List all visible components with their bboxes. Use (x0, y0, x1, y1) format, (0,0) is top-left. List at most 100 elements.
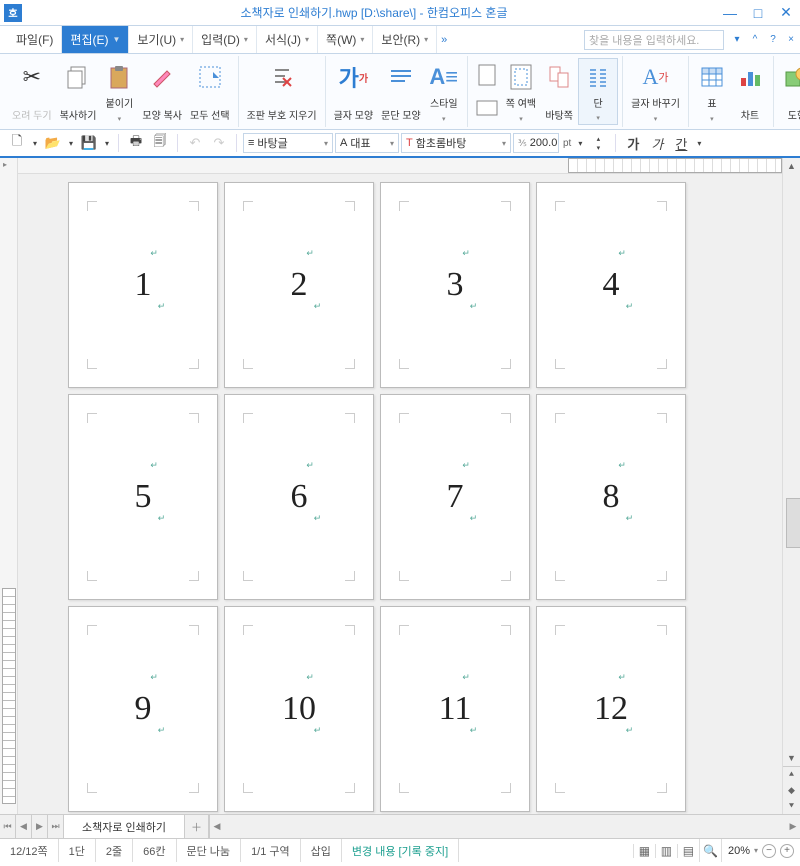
page-thumbnail[interactable]: ↵4↵ (536, 182, 686, 388)
bold-button[interactable]: 가 (622, 132, 644, 154)
style-combo[interactable]: ≡바탕글▾ (243, 133, 333, 153)
tab-add-button[interactable]: ＋ (185, 815, 209, 838)
copy-button[interactable]: 복사하기 (56, 58, 101, 125)
vertical-scrollbar[interactable]: ▲ ▼ ⯅ ◆ ⯆ (782, 158, 800, 814)
zoom-in-button[interactable]: + (780, 844, 794, 858)
zoom-out-button[interactable]: − (762, 844, 776, 858)
font-size-combo[interactable]: ⅗ 200.0 (513, 133, 559, 153)
page-thumbnail[interactable]: ↵6↵ (224, 394, 374, 600)
page-landscape-button[interactable] (472, 94, 502, 122)
menu-edit[interactable]: 편집(E)▼ (62, 26, 129, 53)
zoom-tool-button[interactable]: 🔍 (699, 839, 721, 862)
page-margin-button[interactable]: 쪽 여백 ▾ (502, 58, 540, 125)
page-thumbnail[interactable]: ↵5↵ (68, 394, 218, 600)
size-dd[interactable]: ▾ (575, 132, 585, 154)
page-thumbnail[interactable]: ↵10↵ (224, 606, 374, 812)
menu-security[interactable]: 보안(R)▾ (373, 26, 437, 53)
page-number: 10 (282, 690, 316, 728)
scroll-up-button[interactable]: ▲ (783, 158, 800, 174)
status-track[interactable]: 변경 내용 [기록 중지] (342, 839, 459, 862)
object-browse-button[interactable]: ◆ (783, 782, 800, 798)
open-button[interactable]: 📂 (42, 132, 64, 154)
page-thumbnail[interactable]: ↵11↵ (380, 606, 530, 812)
search-input[interactable]: 찾을 내용을 입력하세요. (584, 30, 724, 50)
size-down-button[interactable]: ▾ (587, 143, 609, 152)
para-shape-icon (386, 62, 416, 92)
menu-format[interactable]: 서식(J)▾ (257, 26, 318, 53)
horizontal-scrollbar[interactable]: ◀ ▶ (209, 815, 800, 838)
page-thumbnail[interactable]: ↵12↵ (536, 606, 686, 812)
underline-button[interactable]: 간 (670, 132, 692, 154)
side-panel-tab[interactable] (786, 498, 800, 548)
char-replace-button[interactable]: A가 글자 바꾸기 ▾ (627, 58, 684, 125)
search-dropdown[interactable]: ▾ (728, 26, 746, 53)
next-page-button[interactable]: ⯆ (783, 798, 800, 814)
save-button[interactable]: 💾 (78, 132, 100, 154)
toolbar-dd[interactable]: ▾ (694, 132, 704, 154)
table-icon (697, 62, 727, 92)
open-dd[interactable]: ▾ (66, 132, 76, 154)
page-number: 7 (447, 478, 464, 516)
status-mode[interactable]: 삽입 (301, 839, 342, 862)
cut-button[interactable]: ✂ 오려 두기 (8, 58, 56, 125)
shape-copy-button[interactable]: 모양 복사 (138, 58, 186, 125)
vertical-ruler[interactable]: ▸ (0, 158, 18, 814)
chart-button[interactable]: 차트 (731, 58, 769, 125)
italic-button[interactable]: 가 (646, 132, 668, 154)
print-button[interactable]: 🖶 (125, 132, 147, 154)
pages-viewport[interactable]: ↵1↵↵2↵↵3↵↵4↵ ↵5↵↵6↵↵7↵↵8↵ ↵9↵↵10↵↵11↵↵12↵ (18, 158, 782, 814)
collapse-ribbon-button[interactable]: ^ (746, 26, 764, 53)
menu-file[interactable]: 파일(F) (8, 26, 62, 53)
orientation-button[interactable]: 바탕쪽 (540, 58, 578, 125)
menu-input[interactable]: 입력(D)▾ (193, 26, 257, 53)
tab-prev-button[interactable]: ◀ (16, 815, 32, 838)
close-doc-button[interactable]: × (782, 26, 800, 53)
page-portrait-button[interactable] (472, 61, 502, 89)
erase-icon (267, 62, 297, 92)
new-doc-button[interactable]: 🗋 (6, 132, 28, 154)
tab-last-button[interactable]: ⏭ (48, 815, 64, 838)
style-button[interactable]: A≡ 스타일 ▾ (425, 58, 463, 125)
hscroll-right-button[interactable]: ▶ (786, 821, 800, 832)
close-button[interactable]: ✕ (776, 3, 796, 23)
select-all-button[interactable]: 모두 선택 (186, 58, 234, 125)
scroll-down-button[interactable]: ▼ (783, 750, 800, 766)
represent-combo[interactable]: A대표▾ (335, 133, 399, 153)
font-combo[interactable]: T함초롬바탕▾ (401, 133, 511, 153)
minimize-button[interactable]: — (720, 3, 740, 23)
page-thumbnail[interactable]: ↵2↵ (224, 182, 374, 388)
help-button[interactable]: ? (764, 26, 782, 53)
page-thumbnail[interactable]: ↵8↵ (536, 394, 686, 600)
size-up-button[interactable]: ▴ (587, 134, 609, 143)
prev-page-button[interactable]: ⯅ (783, 766, 800, 782)
shape-button[interactable]: 도형 (778, 58, 800, 125)
tab-first-button[interactable]: ⏮ (0, 815, 16, 838)
view-mode-1[interactable]: ▦ (633, 844, 655, 858)
table-button[interactable]: 표 ▾ (693, 58, 731, 125)
preview-button[interactable]: 🗐 (149, 132, 171, 154)
page-thumbnail[interactable]: ↵7↵ (380, 394, 530, 600)
maximize-button[interactable]: □ (748, 3, 768, 23)
para-shape-button[interactable]: 문단 모양 (377, 58, 425, 125)
document-tab[interactable]: 소책자로 인쇄하기 (64, 815, 185, 838)
erase-sign-button[interactable]: 조판 부호 지우기 (243, 58, 321, 125)
save-dd[interactable]: ▾ (102, 132, 112, 154)
hscroll-left-button[interactable]: ◀ (210, 821, 224, 832)
tab-next-button[interactable]: ▶ (32, 815, 48, 838)
view-mode-3[interactable]: ▤ (677, 844, 699, 858)
char-shape-button[interactable]: 가가 글자 모양 (330, 58, 378, 125)
master-page-icon (544, 62, 574, 92)
section-button[interactable]: 단 ▾ (578, 58, 618, 125)
page-thumbnail[interactable]: ↵9↵ (68, 606, 218, 812)
menu-overflow[interactable]: » (437, 26, 451, 53)
menu-page[interactable]: 쪽(W)▾ (318, 26, 373, 53)
page-thumbnail[interactable]: ↵3↵ (380, 182, 530, 388)
page-thumbnail[interactable]: ↵1↵ (68, 182, 218, 388)
redo-button[interactable]: ↷ (208, 132, 230, 154)
menu-view[interactable]: 보기(U)▾ (129, 26, 193, 53)
new-doc-dd[interactable]: ▾ (30, 132, 40, 154)
undo-button[interactable]: ↶ (184, 132, 206, 154)
page-number: 1 (135, 266, 152, 304)
paste-button[interactable]: 붙이기 ▾ (100, 58, 138, 125)
view-mode-2[interactable]: ▥ (655, 844, 677, 858)
